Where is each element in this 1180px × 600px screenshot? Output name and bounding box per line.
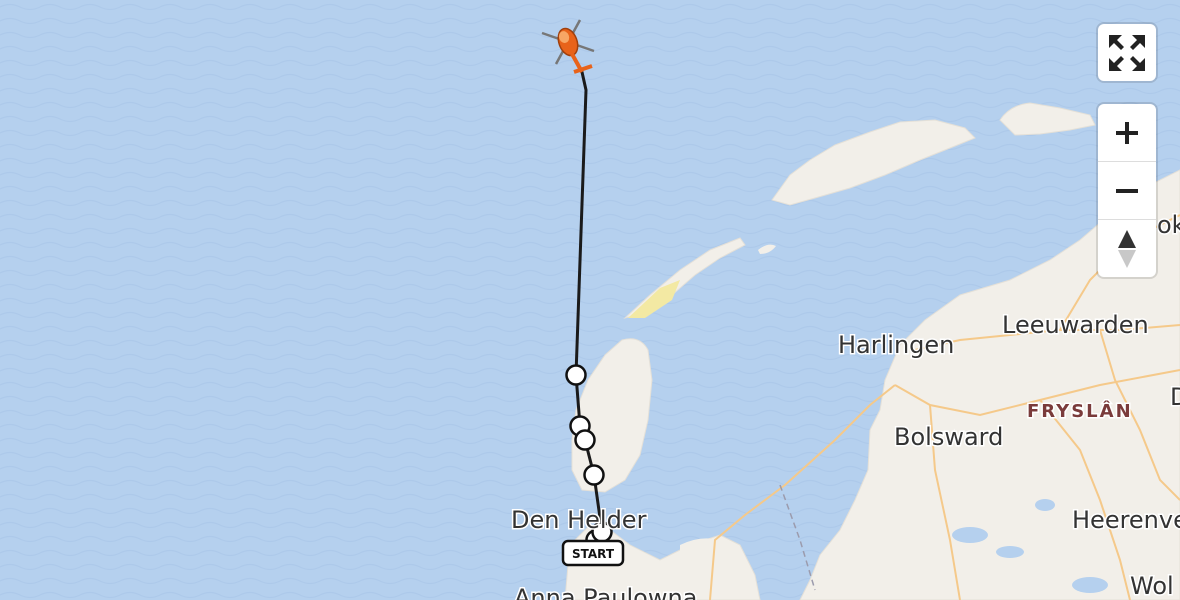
compass-icon	[1118, 229, 1136, 268]
place-label-den-helder: Den Helder	[511, 506, 647, 534]
zoom-out-button[interactable]	[1098, 161, 1156, 219]
start-marker[interactable]: START	[561, 539, 625, 567]
zoom-in-button[interactable]	[1098, 104, 1156, 161]
map-canvas[interactable]: START Harlingen Leeuwarden FRYSLÂN Bolsw…	[0, 0, 1180, 600]
fullscreen-control	[1098, 24, 1156, 81]
lake	[1035, 499, 1055, 511]
plus-icon	[1116, 121, 1138, 144]
place-label-dokkum: ok	[1157, 211, 1180, 239]
waypoint-marker[interactable]	[565, 364, 587, 386]
fullscreen-button[interactable]	[1098, 24, 1156, 81]
waypoint-marker[interactable]	[583, 464, 605, 486]
place-label-drachten: D	[1170, 383, 1180, 411]
lake	[952, 527, 988, 543]
lake	[996, 546, 1024, 558]
place-label-heerenveen: Heerenve	[1072, 506, 1180, 534]
lake	[1072, 577, 1108, 593]
fullscreen-icon	[1109, 34, 1145, 71]
waypoint-marker[interactable]	[574, 429, 596, 451]
place-label-anna-paulowna: Anna Paulowna	[514, 584, 697, 600]
region-label-fryslan: FRYSLÂN	[1027, 400, 1133, 422]
place-label-bolsward: Bolsward	[894, 423, 1003, 451]
start-label: START	[572, 547, 615, 561]
place-label-wolvega: Wol	[1130, 572, 1174, 600]
navigation-control	[1098, 104, 1156, 277]
minus-icon	[1116, 188, 1138, 193]
place-label-harlingen: Harlingen	[838, 331, 954, 359]
place-label-leeuwarden: Leeuwarden	[1002, 311, 1149, 339]
reset-north-button[interactable]	[1098, 219, 1156, 277]
